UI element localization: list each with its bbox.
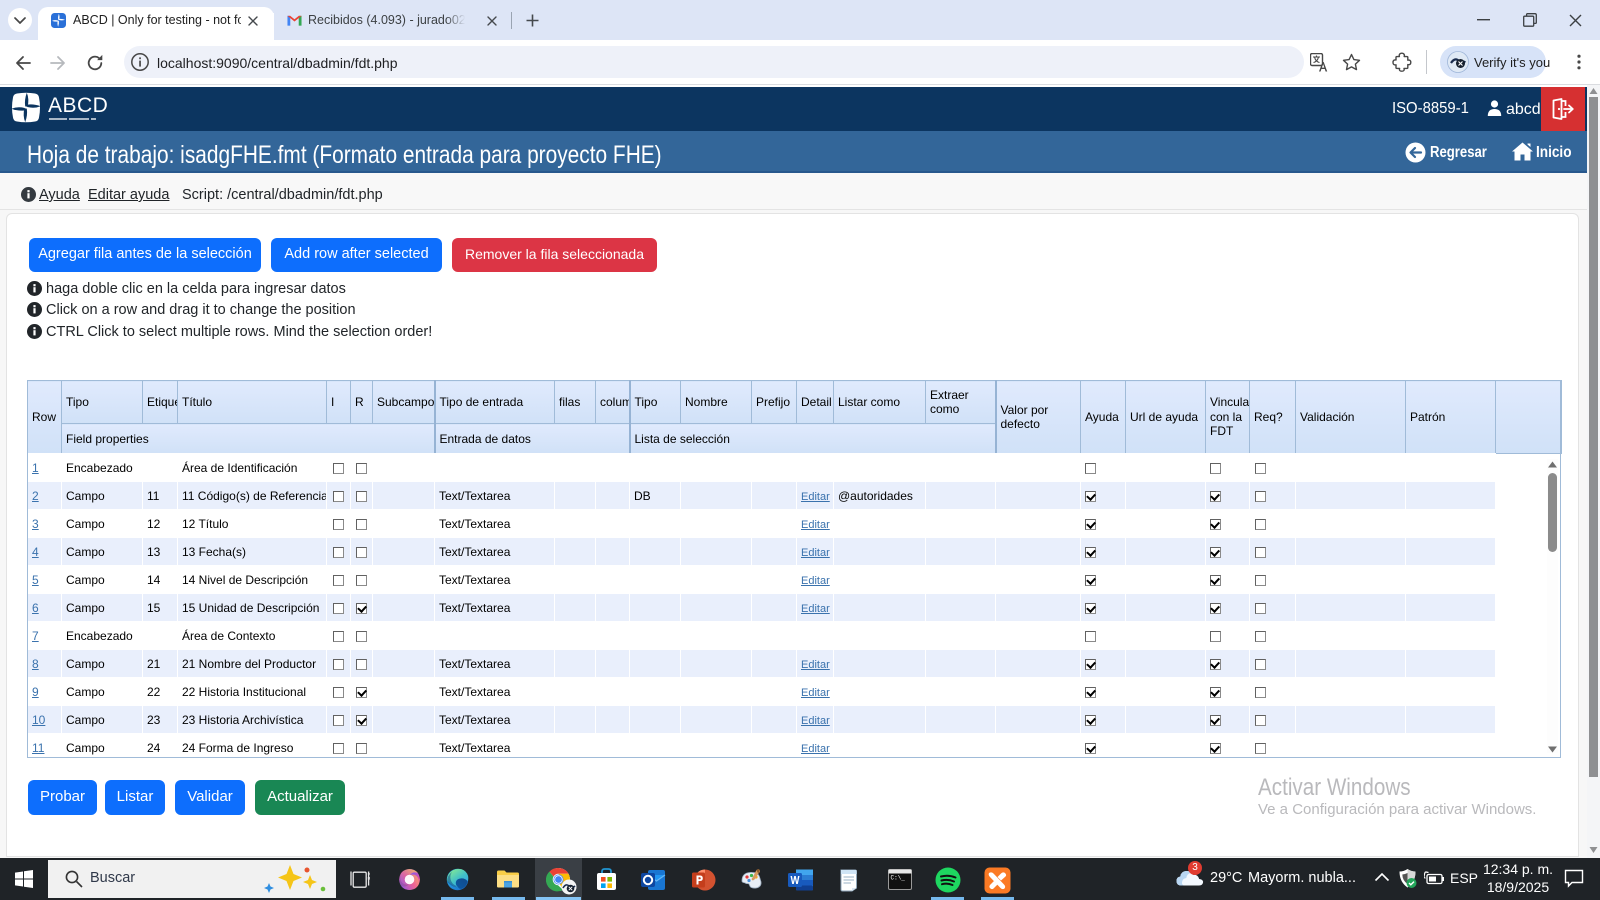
svg-text:C:\_: C:\_ <box>891 875 906 882</box>
